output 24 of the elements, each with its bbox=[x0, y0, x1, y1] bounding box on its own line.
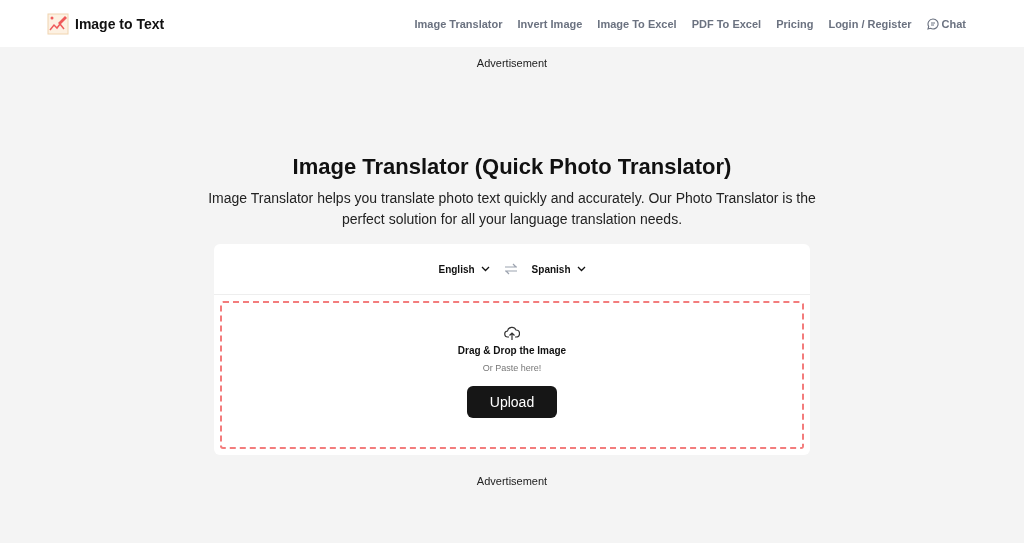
nav-link[interactable]: Image Translator bbox=[414, 17, 503, 30]
logo-text[interactable]: Image to Text bbox=[75, 15, 165, 32]
page-title: Image Translator (Quick Photo Translator) bbox=[292, 154, 732, 180]
drop-zone[interactable]: Drag & Drop the Image Or Paste here! Upload bbox=[220, 301, 804, 449]
nav-link[interactable]: Image To Excel bbox=[597, 17, 677, 30]
page-description: Image Translator helps you translate photo text quickly and accurately. Our Photo Translator is the perfect solution for all your language translation needs. bbox=[207, 189, 817, 229]
chat-link[interactable]: Chat bbox=[926, 17, 966, 30]
chat-bubble-icon bbox=[926, 17, 939, 30]
drop-title: Drag & Drop the Image bbox=[457, 345, 567, 356]
logo-icon bbox=[47, 12, 69, 35]
nav-link[interactable]: Login / Register bbox=[828, 17, 912, 30]
nav-link[interactable]: PDF To Excel bbox=[691, 17, 762, 30]
target-language-dropdown[interactable]: Spanish bbox=[531, 263, 586, 275]
upload-button[interactable]: Upload bbox=[467, 386, 557, 418]
advertisement-label: Advertisement bbox=[476, 57, 548, 69]
swap-icon[interactable] bbox=[503, 263, 518, 275]
advertisement-label: Advertisement bbox=[476, 475, 548, 487]
chevron-down-icon bbox=[480, 266, 490, 272]
cloud-upload-icon bbox=[504, 325, 520, 341]
nav-link[interactable]: Pricing bbox=[776, 17, 814, 30]
chevron-down-icon bbox=[576, 266, 586, 272]
drop-hint: Or Paste here! bbox=[482, 363, 542, 373]
source-language-dropdown[interactable]: English bbox=[438, 263, 490, 275]
nav-link[interactable]: Invert Image bbox=[517, 17, 583, 30]
